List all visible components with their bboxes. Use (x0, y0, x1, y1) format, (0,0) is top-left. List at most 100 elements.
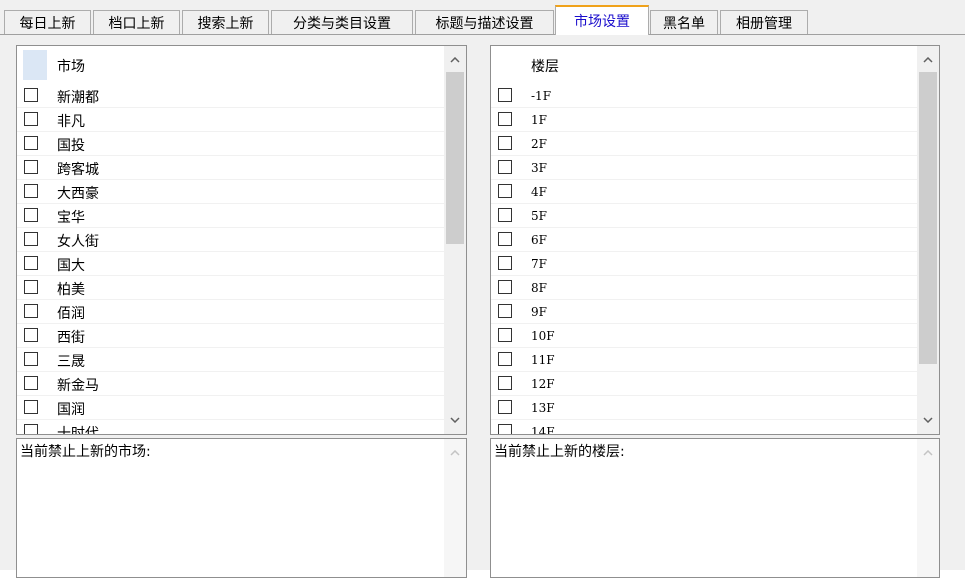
market-column-header: 市场 (57, 59, 85, 75)
market-row[interactable]: 国投 (17, 132, 444, 156)
market-row[interactable]: 十时代 (17, 420, 444, 434)
market-row[interactable]: 柏美 (17, 276, 444, 300)
floor-label: -1F (531, 89, 552, 103)
floor-checkbox[interactable] (498, 352, 512, 366)
floor-checkbox[interactable] (498, 280, 512, 294)
market-checkbox[interactable] (24, 256, 38, 270)
market-label: 十时代 (57, 426, 99, 434)
tab-search-new[interactable]: 搜索上新 (182, 10, 269, 34)
market-label: 国大 (57, 258, 85, 274)
market-row[interactable]: 新金马 (17, 372, 444, 396)
tab-bar: 每日上新 档口上新 搜索上新 分类与类目设置 标题与描述设置 市场设置 黑名单 … (0, 0, 965, 36)
floor-row[interactable]: 3F (491, 156, 917, 180)
floor-row[interactable]: 6F (491, 228, 917, 252)
market-header-check-column[interactable] (23, 50, 47, 80)
scroll-up-arrow-icon[interactable] (917, 50, 939, 70)
forbidden-market-textbox[interactable]: 当前禁止上新的市场: (16, 438, 467, 578)
market-row[interactable]: 三晟 (17, 348, 444, 372)
market-row[interactable]: 国润 (17, 396, 444, 420)
floor-label: 3F (531, 161, 547, 175)
floor-row[interactable]: 11F (491, 348, 917, 372)
scroll-thumb[interactable] (446, 72, 464, 244)
forbidden-market-scrollbar[interactable] (444, 439, 466, 577)
floor-checkbox[interactable] (498, 256, 512, 270)
market-checkbox[interactable] (24, 88, 38, 102)
floor-row[interactable]: 5F (491, 204, 917, 228)
floor-row[interactable]: 10F (491, 324, 917, 348)
forbidden-floor-text[interactable]: 当前禁止上新的楼层: (491, 439, 917, 577)
floor-checkbox[interactable] (498, 424, 512, 434)
tab-title-description-settings[interactable]: 标题与描述设置 (415, 10, 554, 34)
market-checkbox[interactable] (24, 160, 38, 174)
market-label: 跨客城 (57, 162, 99, 178)
scroll-up-arrow-icon[interactable] (444, 443, 466, 463)
floor-checkbox[interactable] (498, 208, 512, 222)
scroll-down-arrow-icon[interactable] (444, 410, 466, 430)
market-checkbox[interactable] (24, 280, 38, 294)
floor-row[interactable]: 9F (491, 300, 917, 324)
market-row[interactable]: 非凡 (17, 108, 444, 132)
floor-header-check-column[interactable] (497, 50, 521, 80)
market-row[interactable]: 大西豪 (17, 180, 444, 204)
market-checkbox[interactable] (24, 400, 38, 414)
tab-market-settings[interactable]: 市场设置 (555, 5, 649, 35)
scroll-up-arrow-icon[interactable] (444, 50, 466, 70)
market-checkbox[interactable] (24, 184, 38, 198)
market-row[interactable]: 新潮都 (17, 84, 444, 108)
market-checkbox[interactable] (24, 112, 38, 126)
market-checkbox[interactable] (24, 208, 38, 222)
market-list-scrollbar[interactable] (444, 46, 466, 434)
floor-list-scrollbar[interactable] (917, 46, 939, 434)
floor-row[interactable]: 8F (491, 276, 917, 300)
floor-checkbox[interactable] (498, 232, 512, 246)
market-checkbox[interactable] (24, 328, 38, 342)
forbidden-floor-scrollbar[interactable] (917, 439, 939, 577)
floor-row[interactable]: 14F (491, 420, 917, 434)
market-checkbox[interactable] (24, 376, 38, 390)
market-row[interactable]: 西街 (17, 324, 444, 348)
market-checkbox[interactable] (24, 232, 38, 246)
floor-checkbox[interactable] (498, 328, 512, 342)
floor-checkbox[interactable] (498, 160, 512, 174)
floor-row[interactable]: 1F (491, 108, 917, 132)
floor-checkbox[interactable] (498, 136, 512, 150)
tab-stall-new[interactable]: 档口上新 (93, 10, 180, 34)
floor-list: 楼层 -1F 1F 2F 3F 4F 5F 6F 7F 8F 9F 10F 11… (490, 45, 940, 435)
floor-checkbox[interactable] (498, 88, 512, 102)
forbidden-floor-textbox[interactable]: 当前禁止上新的楼层: (490, 438, 940, 578)
market-checkbox[interactable] (24, 352, 38, 366)
forbidden-market-text[interactable]: 当前禁止上新的市场: (17, 439, 444, 577)
market-row[interactable]: 宝华 (17, 204, 444, 228)
floor-label: 13F (531, 401, 555, 415)
tab-blacklist[interactable]: 黑名单 (650, 10, 718, 34)
market-label: 大西豪 (57, 186, 99, 202)
tab-daily-new[interactable]: 每日上新 (4, 10, 91, 34)
floor-row[interactable]: 13F (491, 396, 917, 420)
floor-row[interactable]: -1F (491, 84, 917, 108)
floor-checkbox[interactable] (498, 112, 512, 126)
floor-row[interactable]: 12F (491, 372, 917, 396)
floor-column-header: 楼层 (531, 59, 559, 75)
scroll-thumb[interactable] (919, 72, 937, 364)
market-checkbox[interactable] (24, 304, 38, 318)
floor-checkbox[interactable] (498, 400, 512, 414)
market-row[interactable]: 佰润 (17, 300, 444, 324)
market-checkbox[interactable] (24, 136, 38, 150)
floor-checkbox[interactable] (498, 184, 512, 198)
market-row[interactable]: 跨客城 (17, 156, 444, 180)
floor-checkbox[interactable] (498, 304, 512, 318)
floor-label: 11F (531, 353, 555, 367)
floor-row[interactable]: 2F (491, 132, 917, 156)
tab-album-management[interactable]: 相册管理 (720, 10, 808, 34)
market-list-body: 市场 新潮都 非凡 国投 跨客城 大西豪 宝华 女人街 国大 柏美 佰润 西街 … (17, 46, 444, 434)
floor-row[interactable]: 7F (491, 252, 917, 276)
market-checkbox[interactable] (24, 424, 38, 434)
floor-checkbox[interactable] (498, 376, 512, 390)
market-label: 非凡 (57, 114, 85, 130)
market-row[interactable]: 女人街 (17, 228, 444, 252)
scroll-up-arrow-icon[interactable] (917, 443, 939, 463)
market-row[interactable]: 国大 (17, 252, 444, 276)
scroll-down-arrow-icon[interactable] (917, 410, 939, 430)
floor-row[interactable]: 4F (491, 180, 917, 204)
tab-category-settings[interactable]: 分类与类目设置 (271, 10, 413, 34)
